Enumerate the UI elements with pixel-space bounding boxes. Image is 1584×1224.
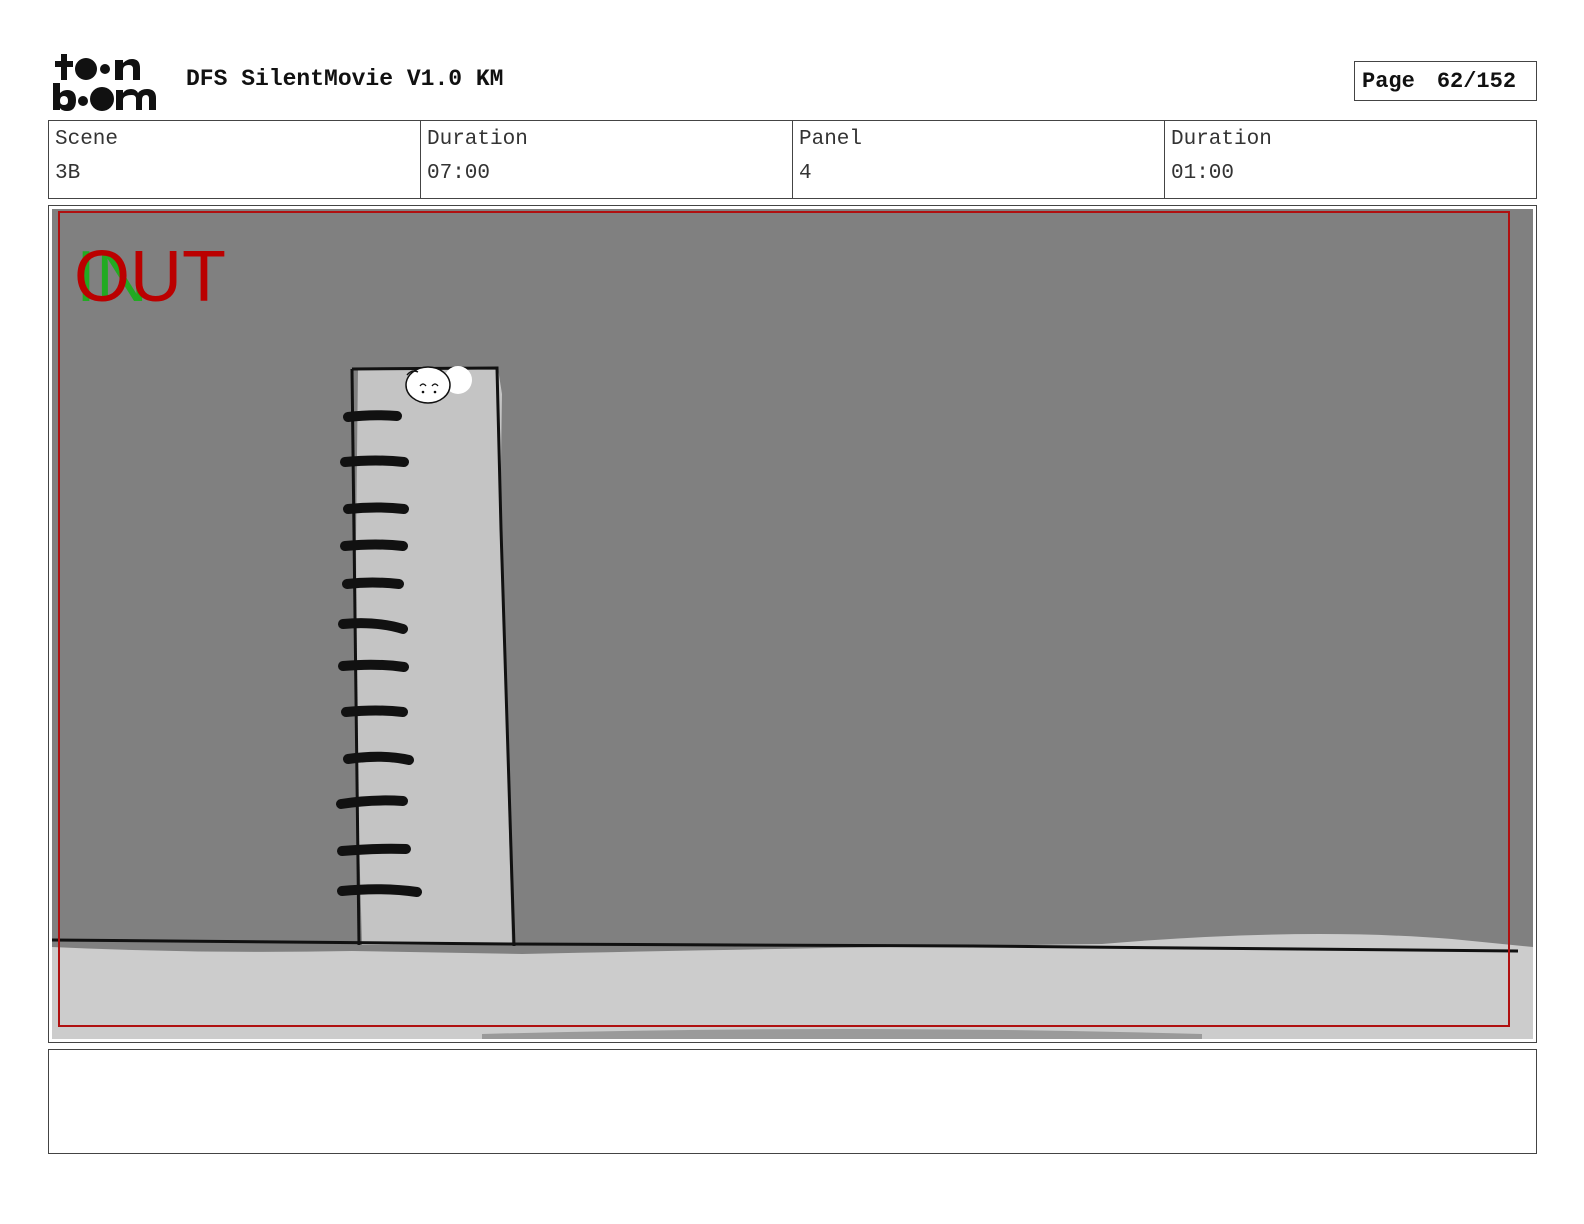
ladder-rung — [338, 618, 408, 634]
ladder-rung — [341, 705, 408, 717]
scene-cell: Scene 3B — [49, 121, 421, 198]
ladder-rung — [336, 795, 408, 809]
panel-label: Panel — [799, 128, 863, 151]
ladder-rung — [343, 502, 409, 514]
column-fill — [356, 369, 512, 945]
scene-value: 3B — [55, 162, 81, 185]
panel-duration-value: 01:00 — [1171, 162, 1235, 185]
panel-duration-cell: Duration 01:00 — [1165, 121, 1536, 198]
page-number: 62/152 — [1436, 68, 1517, 94]
toonboom-logo — [52, 52, 164, 112]
scene-label: Scene — [55, 128, 119, 151]
ladder-rung — [337, 884, 422, 897]
ladder-rung — [343, 751, 414, 765]
page-label: Page — [1362, 68, 1415, 94]
ladder-rung — [340, 455, 409, 467]
ladder-rung — [340, 539, 408, 551]
ladder-rung — [337, 843, 411, 856]
storyboard-panel-image: IN OUT — [52, 209, 1533, 1039]
page-indicator: Page 62/152 — [1354, 61, 1537, 101]
scene-duration-value: 07:00 — [427, 162, 491, 185]
panel-cell: Panel 4 — [793, 121, 1165, 198]
scene-duration-cell: Duration 07:00 — [421, 121, 793, 198]
ladder-rung — [343, 410, 402, 422]
panel-info-table: Scene 3B Duration 07:00 Panel 4 Duration… — [48, 120, 1537, 199]
panel-value: 4 — [799, 162, 812, 185]
scene-duration-label: Duration — [427, 128, 528, 151]
panel-duration-label: Duration — [1171, 128, 1272, 151]
ladder-rung — [338, 659, 409, 672]
out-marker: OUT — [74, 237, 226, 317]
ladder-rung — [342, 577, 404, 589]
panel-background — [52, 209, 1533, 1039]
panel-notes-box — [48, 1049, 1537, 1154]
document-title: DFS SilentMovie V1.0 KM — [186, 66, 504, 92]
